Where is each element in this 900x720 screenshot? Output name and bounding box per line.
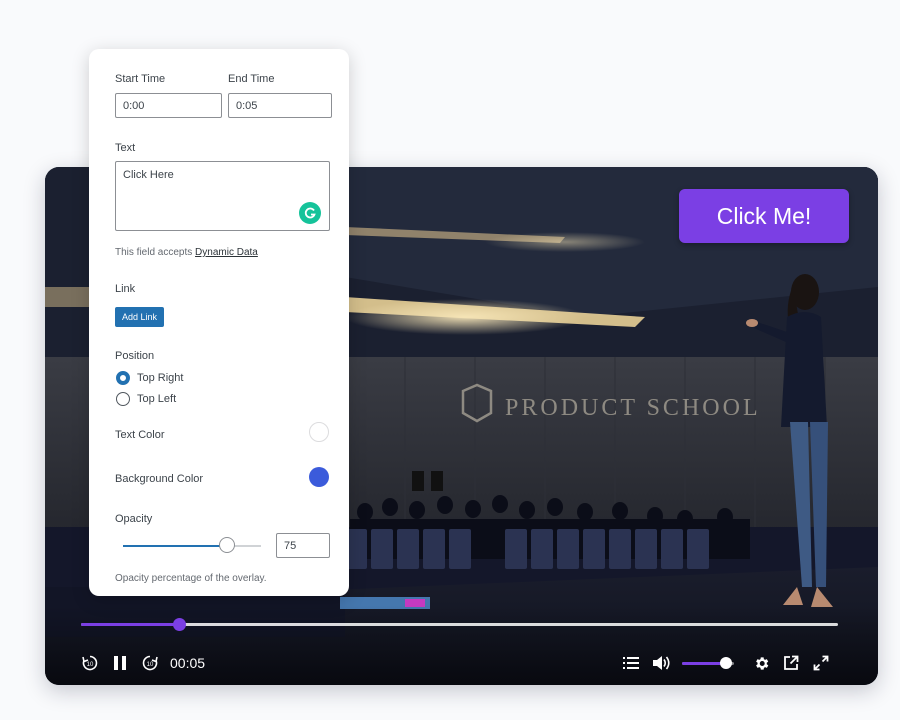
opacity-hint: Opacity percentage of the overlay. — [115, 573, 267, 584]
opacity-slider-thumb[interactable] — [218, 537, 235, 553]
progress-bar[interactable] — [81, 618, 838, 631]
forward-10-icon[interactable]: 10 — [140, 653, 160, 673]
progress-fill — [81, 623, 180, 626]
overlay-settings-panel: Start Time End Time Text Click Here This… — [89, 49, 349, 596]
wall-sign: PRODUCT SCHOOL — [505, 395, 761, 421]
dynamic-data-hint: This field accepts Dynamic Data — [115, 247, 258, 258]
volume-slider[interactable] — [682, 657, 734, 669]
rewind-10-icon[interactable]: 10 — [80, 653, 100, 673]
text-color-swatch[interactable] — [309, 422, 329, 442]
position-label: Position — [115, 350, 155, 362]
text-label: Text — [115, 142, 136, 154]
background-color-swatch[interactable] — [309, 467, 329, 487]
current-time: 00:05 — [170, 655, 206, 671]
add-link-button[interactable]: Add Link — [115, 307, 165, 327]
svg-text:10: 10 — [87, 662, 94, 668]
overlay-text-input[interactable]: Click Here — [115, 161, 330, 231]
position-option-top-left[interactable]: Top Left — [116, 392, 176, 406]
grammarly-icon[interactable] — [299, 202, 321, 224]
svg-text:10: 10 — [147, 662, 154, 668]
end-time-input[interactable] — [228, 93, 332, 118]
fullscreen-icon[interactable] — [812, 653, 830, 673]
radio-top-right[interactable] — [116, 371, 130, 385]
background-color-label: Background Color — [115, 473, 204, 485]
position-option-top-right[interactable]: Top Right — [116, 371, 183, 385]
pause-icon[interactable] — [110, 653, 130, 673]
share-icon[interactable] — [782, 653, 800, 673]
start-time-label: Start Time — [115, 73, 166, 85]
opacity-label: Opacity — [115, 513, 153, 525]
chapters-icon[interactable] — [622, 653, 640, 673]
player-controls: 10 10 00:05 — [45, 605, 878, 685]
opacity-input[interactable] — [276, 533, 330, 558]
dynamic-data-link[interactable]: Dynamic Data — [195, 247, 258, 258]
link-label: Link — [115, 283, 136, 295]
text-color-label: Text Color — [115, 429, 165, 441]
opacity-slider-fill — [123, 545, 227, 547]
progress-thumb[interactable] — [173, 618, 187, 631]
radio-top-right-label: Top Right — [137, 372, 184, 384]
volume-thumb[interactable] — [720, 657, 733, 669]
dynamic-data-prefix: This field accepts — [115, 247, 196, 258]
radio-top-left[interactable] — [116, 392, 130, 406]
settings-icon[interactable] — [752, 653, 770, 673]
radio-top-left-label: Top Left — [137, 393, 177, 405]
opacity-slider[interactable] — [123, 537, 261, 553]
overlay-cta-button[interactable]: Click Me! — [679, 189, 849, 243]
start-time-input[interactable] — [115, 93, 222, 118]
volume-icon[interactable] — [651, 653, 671, 673]
end-time-label: End Time — [228, 73, 275, 85]
